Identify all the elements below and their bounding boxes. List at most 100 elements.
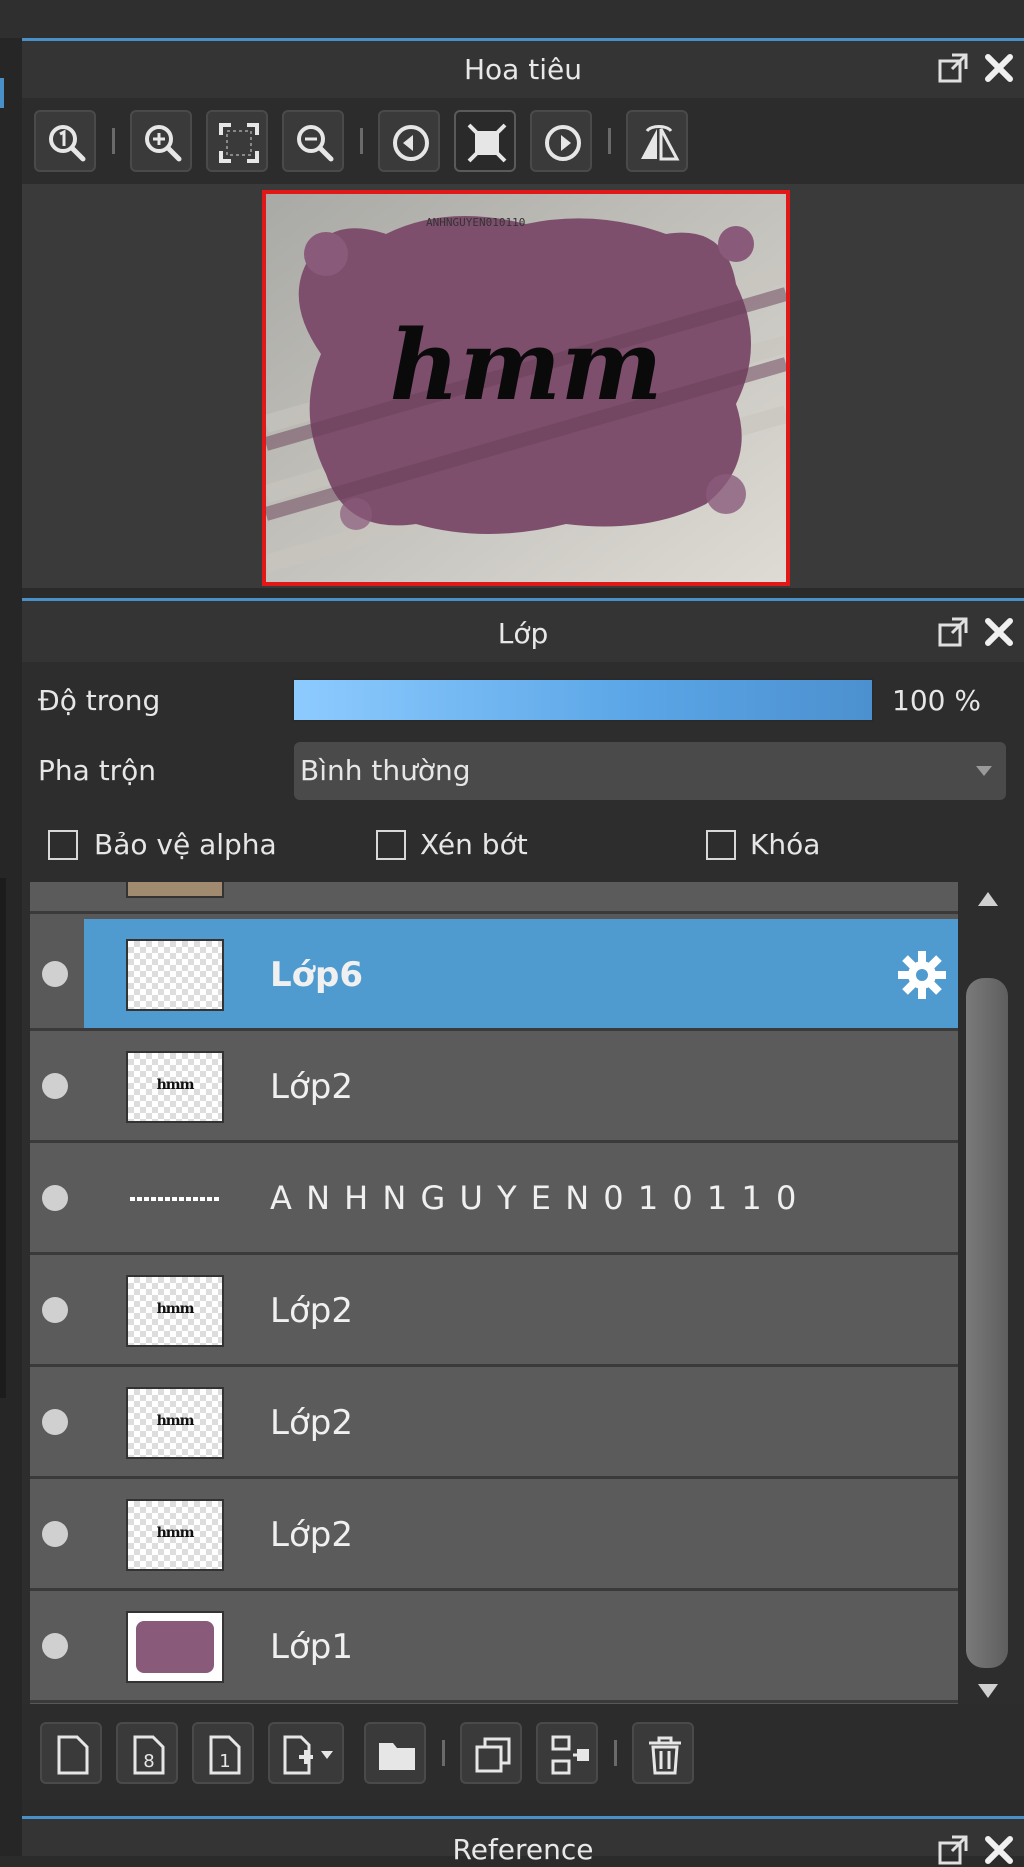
scrollbar-thumb[interactable] — [966, 978, 1008, 1668]
protect-alpha-checkbox[interactable] — [48, 830, 78, 860]
layer-row[interactable]: Lớp6 — [30, 919, 958, 1031]
layer-thumbnail — [126, 939, 224, 1011]
protect-alpha-label: Bảo vệ alpha — [94, 828, 277, 861]
visibility-toggle[interactable] — [42, 1185, 68, 1211]
toolbar-separator — [112, 128, 115, 154]
layer-name: Lớp2 — [270, 1291, 353, 1331]
rotate-left-button[interactable] — [378, 110, 440, 172]
rotate-right-icon — [545, 125, 581, 161]
layer-toolbar: 8 1 — [22, 1704, 1024, 1800]
layer-name: Lớp2 — [270, 1515, 353, 1555]
toolbar-separator — [360, 128, 363, 154]
new-folder-button[interactable] — [364, 1722, 426, 1784]
visibility-toggle[interactable] — [42, 1409, 68, 1435]
opacity-label: Độ trong — [38, 684, 161, 717]
new-8bit-layer-button[interactable]: 8 — [116, 1722, 178, 1784]
preview-text: hmm — [390, 309, 663, 422]
fit-window-button[interactable] — [454, 110, 516, 172]
thumbnail-text: hmm — [156, 1525, 195, 1541]
thumbnail-text: hmm — [156, 1077, 195, 1093]
zoom-out-button[interactable] — [282, 110, 344, 172]
clip-checkbox[interactable] — [376, 830, 406, 860]
fit-button[interactable] — [206, 110, 268, 172]
layer-row[interactable]: Lớp1 — [30, 1591, 958, 1703]
opacity-slider[interactable] — [292, 678, 874, 722]
visibility-toggle[interactable] — [42, 1073, 68, 1099]
reference-panel-header: Reference — [22, 1816, 1024, 1866]
delete-layer-button[interactable] — [632, 1722, 694, 1784]
layers-panel-header: Lớp — [22, 598, 1024, 662]
layer-thumbnail — [126, 1163, 224, 1235]
popout-icon[interactable] — [936, 615, 970, 649]
navigator-panel-header: Hoa tiêu — [22, 38, 1024, 98]
blend-mode-value: Bình thường — [300, 754, 471, 787]
close-icon[interactable] — [982, 51, 1016, 85]
duplicate-layer-button[interactable] — [460, 1722, 522, 1784]
preview-artwork: ANHNGUYEN010110 hmm — [266, 194, 786, 582]
visibility-toggle[interactable] — [42, 1633, 68, 1659]
close-icon[interactable] — [982, 615, 1016, 649]
layer-thumbnail — [126, 1611, 224, 1683]
rotate-right-button[interactable] — [530, 110, 592, 172]
layer-row[interactable]: A N H N G U Y E N 0 1 0 1 1 0 — [30, 1143, 958, 1255]
svg-text:1: 1 — [219, 1751, 230, 1772]
merge-layer-button[interactable] — [536, 1722, 598, 1784]
layer-thumbnail — [126, 882, 224, 898]
scroll-up-icon[interactable] — [976, 890, 1000, 908]
trash-icon — [649, 1736, 681, 1775]
layer-row[interactable]: hmm Lớp2 — [30, 1255, 958, 1367]
layer-name: Lớp1 — [270, 1627, 353, 1667]
reference-title: Reference — [452, 1833, 594, 1866]
layer-row[interactable]: hmm Lớp2 — [30, 1367, 958, 1479]
navigator-title: Hoa tiêu — [464, 53, 582, 86]
layer-row-partial[interactable] — [30, 882, 958, 914]
close-icon[interactable] — [982, 1833, 1016, 1867]
opacity-value: 100 % — [892, 684, 981, 717]
thumbnail-text: hmm — [156, 1413, 195, 1429]
zoom-actual-button[interactable] — [34, 110, 96, 172]
preview-caption: ANHNGUYEN010110 — [426, 216, 525, 229]
new-page-icon — [57, 1735, 89, 1775]
zoom-out-icon — [297, 125, 334, 162]
toolbar-separator — [608, 128, 611, 154]
blend-mode-select[interactable]: Bình thường — [294, 742, 1006, 800]
gear-icon[interactable] — [896, 949, 948, 1001]
new-1bit-layer-button[interactable]: 1 — [192, 1722, 254, 1784]
visibility-toggle[interactable] — [42, 1297, 68, 1323]
layer-thumbnail: hmm — [126, 1275, 224, 1347]
popout-icon[interactable] — [936, 51, 970, 85]
layer-row[interactable]: hmm Lớp2 — [30, 1479, 958, 1591]
fit-icon — [219, 123, 259, 163]
blend-label: Pha trộn — [38, 754, 157, 787]
toolbar-separator — [442, 1740, 445, 1766]
layer-name: A N H N G U Y E N 0 1 0 1 1 0 — [270, 1179, 799, 1217]
visibility-toggle[interactable] — [42, 961, 68, 987]
folder-icon — [379, 1743, 415, 1770]
thumbnail-text: hmm — [156, 1301, 195, 1317]
top-strip — [0, 0, 1024, 38]
navigator-view[interactable]: ANHNGUYEN010110 hmm — [22, 184, 1024, 588]
zoom-in-button[interactable] — [130, 110, 192, 172]
toolbar-separator — [614, 1740, 617, 1766]
left-strip — [0, 38, 22, 1856]
clip-label: Xén bớt — [420, 828, 528, 861]
layer-1bit-icon: 1 — [209, 1735, 241, 1775]
svg-text:8: 8 — [143, 1751, 154, 1772]
add-layer-menu-button[interactable] — [268, 1722, 344, 1784]
chevron-down-icon — [976, 766, 992, 776]
layer-list: Lớp6 hmm Lớp2 A N H N G U Y E N 0 1 0 1 … — [30, 882, 958, 1704]
navigator-footer — [22, 588, 1024, 598]
layer-row[interactable]: hmm Lớp2 — [30, 1031, 958, 1143]
duplicate-icon — [475, 1737, 511, 1773]
layer-name: Lớp6 — [270, 955, 364, 995]
new-layer-button[interactable] — [40, 1722, 102, 1784]
rotate-left-icon — [393, 125, 429, 161]
popout-icon[interactable] — [936, 1833, 970, 1867]
layer-thumbnail: hmm — [126, 1387, 224, 1459]
lock-checkbox[interactable] — [706, 830, 736, 860]
scroll-down-icon[interactable] — [976, 1682, 1000, 1700]
flip-button[interactable] — [626, 110, 688, 172]
layer-name: Lớp2 — [270, 1067, 353, 1107]
navigator-toolbar — [22, 98, 1024, 184]
visibility-toggle[interactable] — [42, 1521, 68, 1547]
